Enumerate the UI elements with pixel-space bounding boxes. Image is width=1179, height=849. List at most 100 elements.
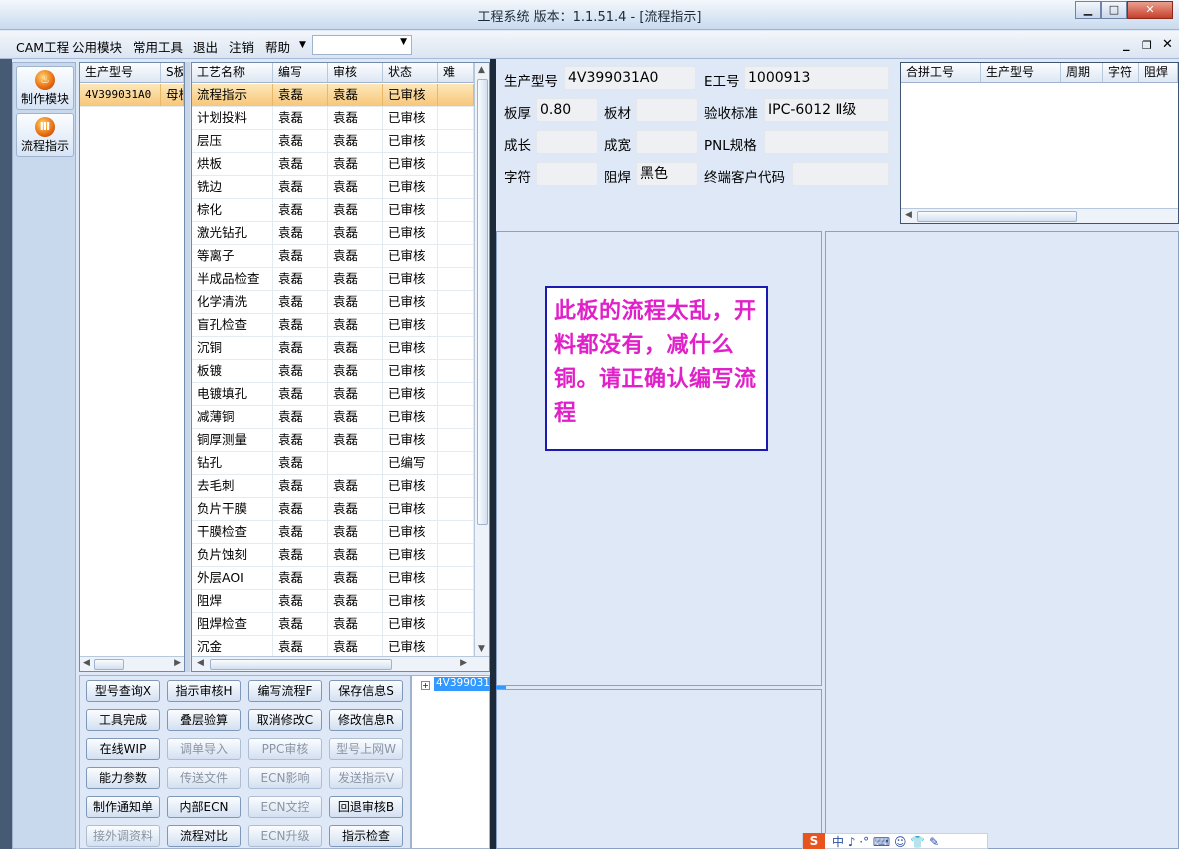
splitter[interactable] xyxy=(185,62,190,672)
command-button[interactable]: 指示审核H xyxy=(167,680,241,702)
table-row[interactable]: 棕化 袁磊 袁磊 已审核 xyxy=(192,199,474,222)
merge-grid-hscroll[interactable]: ◀ xyxy=(901,208,1178,223)
length-field[interactable] xyxy=(536,130,598,154)
minimize-icon[interactable]: ▁ xyxy=(1075,1,1101,19)
scroll-right-icon[interactable]: ▶ xyxy=(460,658,467,668)
scroll-left-icon[interactable]: ◀ xyxy=(905,210,912,220)
table-row[interactable]: 流程指示 袁磊 袁磊 已审核 xyxy=(192,84,474,107)
table-row[interactable]: 激光钻孔 袁磊 袁磊 已审核 xyxy=(192,222,474,245)
command-button[interactable]: 型号查询X xyxy=(86,680,160,702)
table-row[interactable]: 等离子 袁磊 袁磊 已审核 xyxy=(192,245,474,268)
table-row[interactable]: 钻孔 袁磊 已编写 xyxy=(192,452,474,475)
table-row[interactable]: 沉铜 袁磊 袁磊 已审核 xyxy=(192,337,474,360)
command-button[interactable]: 能力参数 xyxy=(86,767,160,789)
command-button[interactable]: ECN影响 xyxy=(248,767,322,789)
table-row[interactable]: 盲孔检查 袁磊 袁磊 已审核 xyxy=(192,314,474,337)
module-flow-button[interactable]: Ⅲ 流程指示 xyxy=(16,113,74,157)
process-grid-vscroll[interactable]: ▲ ▼ xyxy=(474,63,489,656)
col-merge-no[interactable]: 合拼工号 xyxy=(901,63,981,82)
scroll-left-icon[interactable]: ◀ xyxy=(197,658,204,668)
table-row[interactable]: 化学清洗 袁磊 袁磊 已审核 xyxy=(192,291,474,314)
command-button[interactable]: 保存信息S xyxy=(329,680,403,702)
table-row[interactable]: 负片蚀刻 袁磊 袁磊 已审核 xyxy=(192,544,474,567)
scroll-thumb[interactable] xyxy=(94,659,124,670)
col-reviewer[interactable]: 审核 xyxy=(328,63,383,82)
col-char[interactable]: 字符 xyxy=(1103,63,1139,82)
command-button[interactable]: 内部ECN xyxy=(167,796,241,818)
table-row[interactable]: 半成品检查 袁磊 袁磊 已审核 xyxy=(192,268,474,291)
menu-common-modules[interactable]: 公用模块 xyxy=(72,37,122,56)
toolbar-combo[interactable]: ▼ xyxy=(312,35,412,55)
customer-field[interactable] xyxy=(792,162,889,186)
scroll-down-icon[interactable]: ▼ xyxy=(478,644,485,654)
module-make-button[interactable]: ♨ 制作模块 xyxy=(16,66,74,110)
thickness-field[interactable]: 0.80 xyxy=(536,98,598,122)
command-button[interactable]: 调单导入 xyxy=(167,738,241,760)
command-button[interactable]: 编写流程F xyxy=(248,680,322,702)
scroll-right-icon[interactable]: ▶ xyxy=(174,658,181,668)
material-field[interactable] xyxy=(636,98,698,122)
table-row[interactable]: 负片干膜 袁磊 袁磊 已审核 xyxy=(192,498,474,521)
menu-logout[interactable]: 注销 xyxy=(229,37,254,56)
table-row[interactable]: 减薄铜 袁磊 袁磊 已审核 xyxy=(192,406,474,429)
table-row[interactable]: 4V399031A0 母板 xyxy=(80,84,184,107)
table-row[interactable]: 烘板 袁磊 袁磊 已审核 xyxy=(192,153,474,176)
command-button[interactable]: 接外调资料 xyxy=(86,825,160,847)
scroll-thumb[interactable] xyxy=(477,79,488,525)
maximize-icon[interactable]: □ xyxy=(1101,1,1127,19)
e-field[interactable]: 1000913 xyxy=(744,66,889,90)
col-s[interactable]: S板 xyxy=(161,63,184,82)
char-field[interactable] xyxy=(536,162,598,186)
command-button[interactable]: 回退审核B xyxy=(329,796,403,818)
ime-icons[interactable]: 中 ♪ ·° ⌨ ☺ 👕 ✎ xyxy=(832,833,939,849)
mdi-restore-icon[interactable]: ❐ xyxy=(1142,39,1152,52)
table-row[interactable]: 外层AOI 袁磊 袁磊 已审核 xyxy=(192,567,474,590)
pnl-field[interactable] xyxy=(764,130,889,154)
command-button[interactable]: PPC审核 xyxy=(248,738,322,760)
col-difficulty[interactable]: 难 xyxy=(438,63,474,82)
expand-icon[interactable]: + xyxy=(421,681,430,690)
table-row[interactable]: 板镀 袁磊 袁磊 已审核 xyxy=(192,360,474,383)
col-status[interactable]: 状态 xyxy=(383,63,438,82)
table-row[interactable]: 计划投料 袁磊 袁磊 已审核 xyxy=(192,107,474,130)
col-model[interactable]: 生产型号 xyxy=(80,63,161,82)
command-button[interactable]: 制作通知单 xyxy=(86,796,160,818)
command-button[interactable]: 流程对比 xyxy=(167,825,241,847)
col-process-name[interactable]: 工艺名称 xyxy=(192,63,273,82)
col-cycle[interactable]: 周期 xyxy=(1061,63,1103,82)
menu-tools[interactable]: 常用工具 xyxy=(133,37,183,56)
process-grid-hscroll[interactable]: ◀ ▶ xyxy=(192,656,489,671)
command-button[interactable]: 在线WIP xyxy=(86,738,160,760)
mdi-close-icon[interactable]: ✕ xyxy=(1162,37,1173,52)
command-button[interactable]: ECN升级 xyxy=(248,825,322,847)
table-row[interactable]: 阻焊 袁磊 袁磊 已审核 xyxy=(192,590,474,613)
command-button[interactable]: ECN文控 xyxy=(248,796,322,818)
command-button[interactable]: 传送文件 xyxy=(167,767,241,789)
mask-field[interactable]: 黑色 xyxy=(636,162,698,186)
mdi-minimize-icon[interactable]: _ xyxy=(1123,37,1130,52)
command-button[interactable]: 型号上网W xyxy=(329,738,403,760)
model-grid-hscroll[interactable]: ◀ ▶ xyxy=(80,656,184,671)
close-icon[interactable]: ✕ xyxy=(1127,1,1173,19)
model-field[interactable]: 4V399031A0 xyxy=(564,66,696,90)
table-row[interactable]: 阻焊检查 袁磊 袁磊 已审核 xyxy=(192,613,474,636)
standard-field[interactable]: IPC-6012 Ⅱ级 xyxy=(764,98,889,122)
table-row[interactable]: 铣边 袁磊 袁磊 已审核 xyxy=(192,176,474,199)
col-model[interactable]: 生产型号 xyxy=(981,63,1061,82)
scroll-up-icon[interactable]: ▲ xyxy=(478,65,485,75)
menu-cam[interactable]: CAM工程 xyxy=(16,37,69,56)
table-row[interactable]: 层压 袁磊 袁磊 已审核 xyxy=(192,130,474,153)
command-button[interactable]: 取消修改C xyxy=(248,709,322,731)
table-row[interactable]: 铜厚测量 袁磊 袁磊 已审核 xyxy=(192,429,474,452)
table-row[interactable]: 电镀填孔 袁磊 袁磊 已审核 xyxy=(192,383,474,406)
col-writer[interactable]: 编写 xyxy=(273,63,328,82)
scroll-left-icon[interactable]: ◀ xyxy=(83,658,90,668)
command-button[interactable]: 发送指示V xyxy=(329,767,403,789)
table-row[interactable]: 去毛刺 袁磊 袁磊 已审核 xyxy=(192,475,474,498)
col-mask[interactable]: 阻焊 xyxy=(1139,63,1178,82)
width-field[interactable] xyxy=(636,130,698,154)
menu-more-arrow-icon[interactable]: ▼ xyxy=(299,40,306,50)
menu-exit[interactable]: 退出 xyxy=(193,37,218,56)
table-row[interactable]: 干膜检查 袁磊 袁磊 已审核 xyxy=(192,521,474,544)
ime-toolbar[interactable]: S 中 ♪ ·° ⌨ ☺ 👕 ✎ xyxy=(802,833,988,849)
